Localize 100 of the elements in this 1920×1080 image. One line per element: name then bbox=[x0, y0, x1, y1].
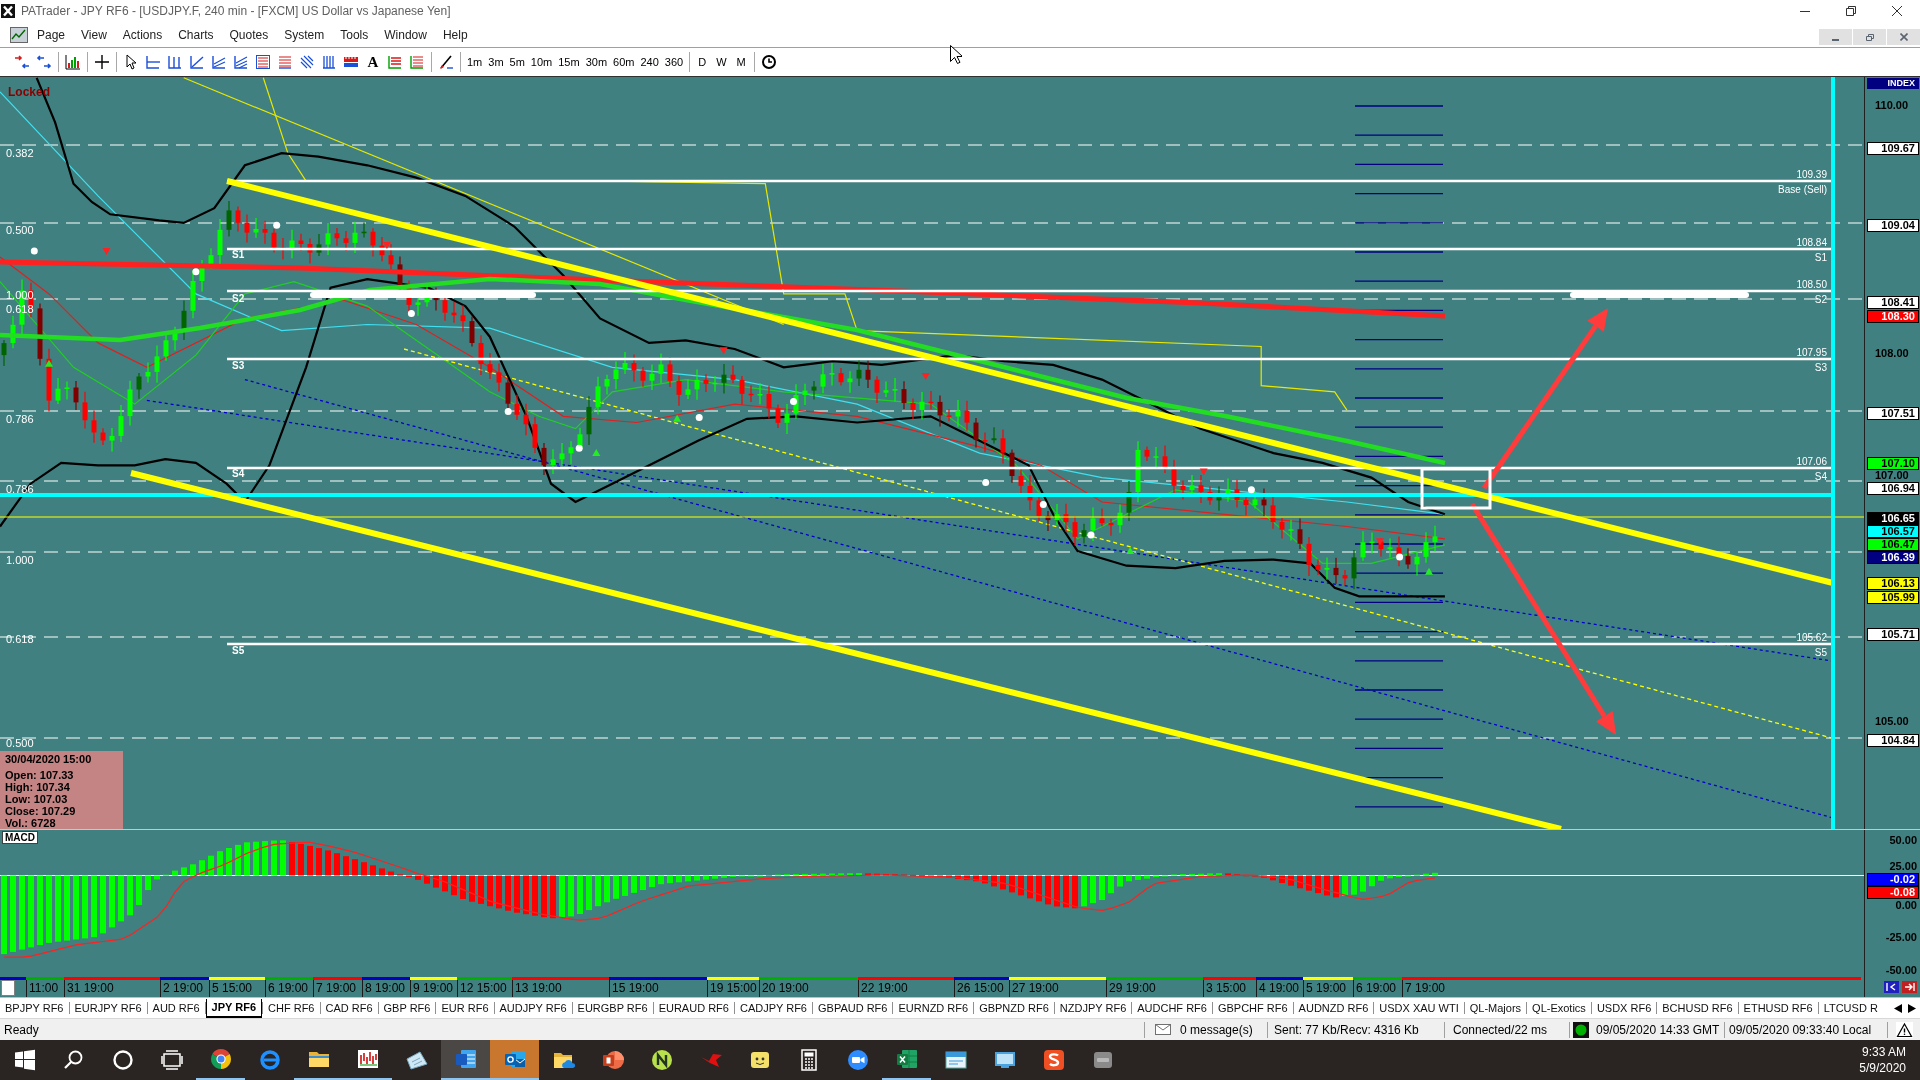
menu-item[interactable]: Page bbox=[29, 24, 74, 45]
tab[interactable]: GBPNZD RF6 bbox=[974, 998, 1054, 1018]
clock-time[interactable]: 9:33 AM bbox=[1861, 1044, 1906, 1060]
tab[interactable]: GBP RF6 bbox=[378, 998, 436, 1018]
tab[interactable]: CHF RF6 bbox=[263, 998, 320, 1018]
horizontal-line-icon[interactable] bbox=[145, 54, 161, 70]
crosshair-icon[interactable] bbox=[94, 54, 110, 70]
level-lines-icon[interactable] bbox=[277, 54, 293, 70]
timeframe-button[interactable]: 3m bbox=[485, 54, 507, 70]
level-value-label: 109.39 bbox=[1796, 168, 1827, 180]
timeframe-button[interactable]: 360 bbox=[661, 54, 687, 70]
close-icon bbox=[1899, 33, 1908, 41]
menu-item[interactable]: Charts bbox=[170, 24, 222, 45]
timeframe-button[interactable]: 60m bbox=[610, 54, 638, 70]
clock-icon[interactable] bbox=[760, 54, 777, 70]
scroll-to-end-icon[interactable] bbox=[1902, 981, 1917, 993]
time-label: 7 19:00 bbox=[1405, 981, 1446, 996]
ring-icon bbox=[110, 1048, 135, 1072]
timeframe-button[interactable]: 5m bbox=[506, 54, 528, 70]
ruler-icon[interactable] bbox=[343, 54, 359, 70]
index-label: INDEX bbox=[1867, 78, 1919, 89]
tab[interactable]: QL-Exotics bbox=[1527, 998, 1591, 1018]
support-label: S3 bbox=[232, 360, 245, 371]
signal-dot bbox=[982, 479, 990, 486]
clock-date[interactable]: 5/9/2020 bbox=[1859, 1060, 1906, 1076]
tab[interactable]: EURJPY RF6 bbox=[69, 998, 147, 1018]
time-label: 7 19:00 bbox=[316, 981, 357, 996]
channel-lines-icon[interactable] bbox=[233, 54, 249, 70]
tab[interactable]: JPY RF6 bbox=[205, 998, 263, 1018]
period-button[interactable]: M bbox=[731, 54, 751, 70]
indicator-value-marker: -0.02 bbox=[1867, 873, 1919, 886]
tab[interactable]: AUDJPY RF6 bbox=[494, 998, 572, 1018]
tab[interactable]: AUDNZD RF6 bbox=[1293, 998, 1374, 1018]
vertical-lines-icon[interactable] bbox=[167, 54, 183, 70]
signal-dot bbox=[790, 398, 797, 406]
time-label: 6 19:00 bbox=[1356, 981, 1397, 996]
arrows-in-icon[interactable] bbox=[14, 54, 30, 70]
tab[interactable]: AUDCHF RF6 bbox=[1132, 998, 1212, 1018]
fibonacci-label: 1.000 bbox=[6, 553, 34, 567]
fibonacci-label: 0.786 bbox=[6, 412, 34, 426]
up-triangle-marker bbox=[592, 449, 601, 457]
time-label: 2 19:00 bbox=[163, 981, 204, 996]
up-triangle-marker bbox=[1126, 547, 1135, 554]
period-button[interactable]: W bbox=[711, 54, 732, 70]
tab[interactable]: BPJPY RF6 bbox=[0, 998, 69, 1018]
timeframe-button[interactable]: 1m bbox=[464, 54, 486, 70]
brush-icon[interactable] bbox=[438, 54, 454, 70]
child-restore-button[interactable] bbox=[1853, 29, 1886, 45]
child-minimize-button[interactable] bbox=[1819, 29, 1852, 45]
pointer-icon[interactable] bbox=[123, 54, 139, 70]
menu-item[interactable]: Actions bbox=[114, 24, 171, 45]
tab[interactable]: CAD RF6 bbox=[320, 998, 378, 1018]
price-marker: 107.10 bbox=[1867, 457, 1919, 470]
parallel-lines-icon[interactable] bbox=[211, 54, 227, 70]
tab[interactable]: LTCUSD R bbox=[1818, 998, 1883, 1018]
arrows-out-icon[interactable] bbox=[36, 54, 52, 70]
down-triangle-marker bbox=[921, 372, 930, 380]
tab[interactable]: CADJPY RF6 bbox=[734, 998, 812, 1018]
fan-lines-icon[interactable] bbox=[299, 54, 315, 70]
menu-item[interactable]: Window bbox=[376, 24, 435, 45]
menu-item[interactable]: Quotes bbox=[221, 24, 277, 45]
tab[interactable]: USDX XAU WTI bbox=[1374, 998, 1464, 1018]
tab[interactable]: EURNZD RF6 bbox=[893, 998, 974, 1018]
timeframe-button[interactable]: 30m bbox=[582, 54, 611, 70]
tab[interactable]: ETHUSD RF6 bbox=[1738, 998, 1818, 1018]
menu-item[interactable]: Help bbox=[434, 24, 476, 45]
menu-item[interactable]: View bbox=[73, 24, 115, 45]
tab[interactable]: NZDJPY RF6 bbox=[1054, 998, 1132, 1018]
pattern-lines-icon[interactable] bbox=[409, 54, 425, 70]
timeframe-button[interactable]: 240 bbox=[637, 54, 662, 70]
tab[interactable]: AUD RF6 bbox=[147, 998, 205, 1018]
tab[interactable]: USDX RF6 bbox=[1591, 998, 1657, 1018]
timeframe-button[interactable]: 15m bbox=[555, 54, 583, 70]
trend-line-icon[interactable] bbox=[189, 54, 205, 70]
app-logo-icon bbox=[1041, 1048, 1066, 1072]
tab[interactable]: EUR RF6 bbox=[436, 998, 494, 1018]
tab[interactable]: EURAUD RF6 bbox=[653, 998, 734, 1018]
menu-item[interactable]: System bbox=[276, 24, 333, 45]
scroll-to-start-icon[interactable] bbox=[1884, 981, 1899, 993]
tab[interactable]: EURGBP RF6 bbox=[572, 998, 653, 1018]
window-app-icon bbox=[943, 1048, 968, 1072]
menu-item[interactable]: Tools bbox=[332, 24, 377, 45]
child-close-button[interactable] bbox=[1887, 29, 1920, 45]
level-lines-icon[interactable] bbox=[255, 54, 271, 70]
timeframe-button[interactable]: 10m bbox=[527, 54, 556, 70]
warning-icon[interactable] bbox=[1895, 1021, 1913, 1038]
bar-chart-icon[interactable] bbox=[65, 54, 81, 70]
tab[interactable]: QL-Majors bbox=[1464, 998, 1527, 1018]
level-name-label: S1 bbox=[1814, 251, 1827, 263]
price-marker: 104.84 bbox=[1867, 734, 1919, 747]
vertical-bars-icon[interactable] bbox=[321, 54, 337, 70]
pattern-lines-icon[interactable] bbox=[387, 54, 403, 70]
time-label: 31 19:00 bbox=[67, 981, 114, 996]
scroll-right-icon[interactable] bbox=[1908, 1003, 1916, 1013]
tab[interactable]: GBPAUD RF6 bbox=[813, 998, 893, 1018]
scroll-left-icon[interactable] bbox=[1894, 1003, 1902, 1013]
tab[interactable]: BCHUSD RF6 bbox=[1657, 998, 1738, 1018]
text-tool-button[interactable]: A bbox=[363, 53, 383, 71]
period-button[interactable]: D bbox=[693, 54, 712, 70]
tab[interactable]: GBPCHF RF6 bbox=[1212, 998, 1293, 1018]
